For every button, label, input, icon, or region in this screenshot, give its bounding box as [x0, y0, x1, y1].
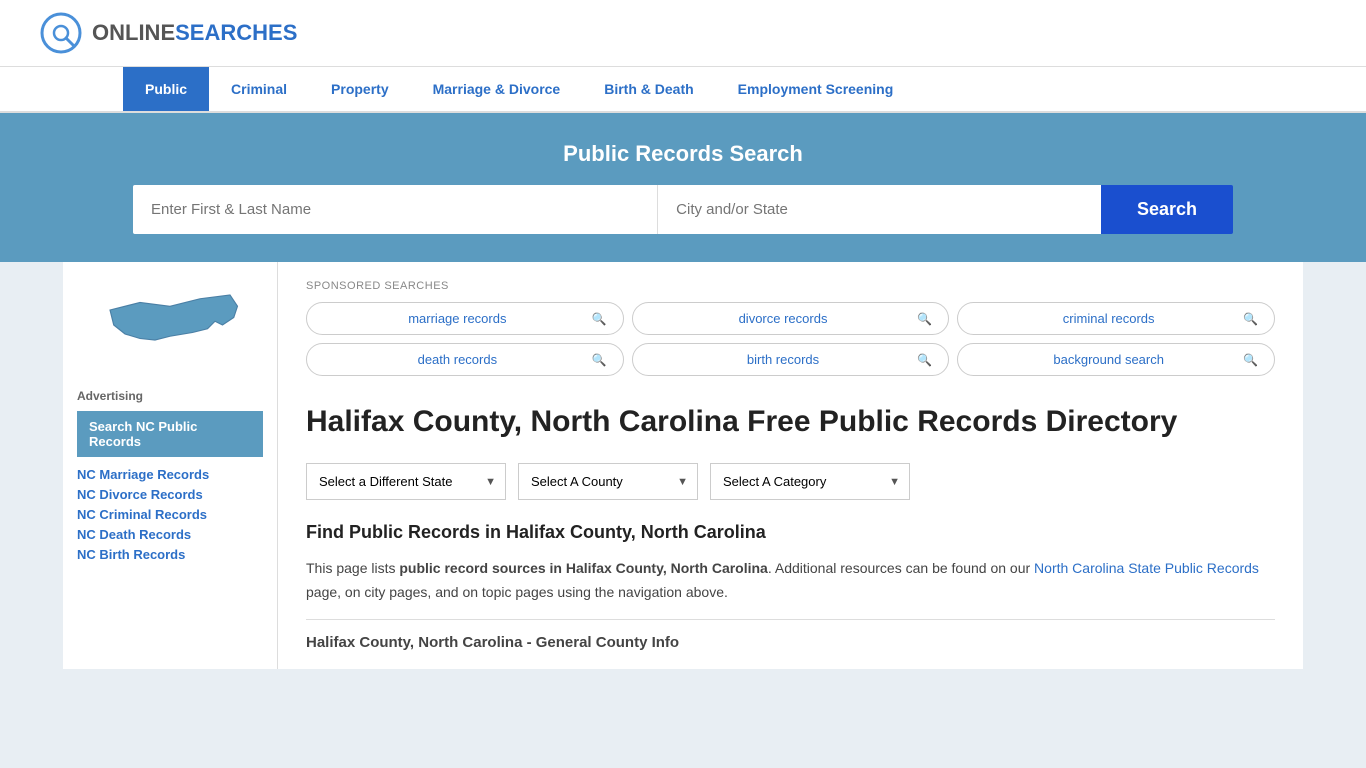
- logo-text: ONLINESEARCHES: [92, 20, 297, 46]
- sponsored-pill-criminal[interactable]: criminal records 🔍: [957, 302, 1275, 335]
- sponsored-pill-text: divorce records: [649, 311, 918, 326]
- section-divider: [306, 619, 1275, 620]
- state-dropdown-wrapper: Select a Different State ▼: [306, 463, 506, 500]
- sidebar-link-death[interactable]: NC Death Records: [77, 527, 263, 542]
- search-pill-icon: 🔍: [592, 312, 607, 326]
- search-pill-icon: 🔍: [1243, 353, 1258, 367]
- search-banner-title: Public Records Search: [40, 141, 1326, 167]
- logo-icon: [40, 12, 82, 54]
- sponsored-pill-death[interactable]: death records 🔍: [306, 343, 624, 376]
- name-input[interactable]: [133, 185, 657, 234]
- category-dropdown[interactable]: Select A Category: [710, 463, 910, 500]
- general-info-title: Halifax County, North Carolina - General…: [306, 634, 1275, 651]
- sidebar-ad-box[interactable]: Search NC Public Records: [77, 411, 263, 457]
- sponsored-label: SPONSORED SEARCHES: [306, 280, 1275, 292]
- search-pill-icon: 🔍: [592, 353, 607, 367]
- description-part2: . Additional resources can be found on o…: [768, 560, 1034, 576]
- advertising-label: Advertising: [77, 389, 263, 403]
- state-map: [77, 280, 263, 373]
- logo[interactable]: ONLINESEARCHES: [40, 12, 297, 54]
- search-button[interactable]: Search: [1101, 185, 1233, 234]
- description-part1: This page lists: [306, 560, 399, 576]
- sponsored-pill-text: marriage records: [323, 311, 592, 326]
- sponsored-pill-birth[interactable]: birth records 🔍: [632, 343, 950, 376]
- dropdowns-row: Select a Different State ▼ Select A Coun…: [306, 463, 1275, 500]
- sponsored-pill-text: criminal records: [974, 311, 1243, 326]
- nav: Public Criminal Property Marriage & Divo…: [0, 67, 1366, 113]
- search-pill-icon: 🔍: [917, 312, 932, 326]
- sponsored-pill-divorce[interactable]: divorce records 🔍: [632, 302, 950, 335]
- sponsored-pill-text: death records: [323, 352, 592, 367]
- page-header: Halifax County, North Carolina Free Publ…: [306, 402, 1275, 441]
- sidebar-link-divorce[interactable]: NC Divorce Records: [77, 487, 263, 502]
- county-dropdown[interactable]: Select A County: [518, 463, 698, 500]
- search-pill-icon: 🔍: [917, 353, 932, 367]
- state-dropdown[interactable]: Select a Different State: [306, 463, 506, 500]
- category-dropdown-wrapper: Select A Category ▼: [710, 463, 910, 500]
- header: ONLINESEARCHES: [0, 0, 1366, 67]
- sidebar-link-criminal[interactable]: NC Criminal Records: [77, 507, 263, 522]
- description-part3: page, on city pages, and on topic pages …: [306, 584, 728, 600]
- sponsored-grid: marriage records 🔍 divorce records 🔍 cri…: [306, 302, 1275, 376]
- nav-item-criminal[interactable]: Criminal: [209, 67, 309, 111]
- nav-item-birth[interactable]: Birth & Death: [582, 67, 715, 111]
- sponsored-pill-text: background search: [974, 352, 1243, 367]
- logo-online: ONLINE: [92, 20, 175, 45]
- nav-item-public[interactable]: Public: [123, 67, 209, 111]
- sidebar: Advertising Search NC Public Records NC …: [63, 262, 278, 669]
- find-title: Find Public Records in Halifax County, N…: [306, 522, 1275, 543]
- sponsored-pill-marriage[interactable]: marriage records 🔍: [306, 302, 624, 335]
- logo-searches: SEARCHES: [175, 20, 297, 45]
- county-dropdown-wrapper: Select A County ▼: [518, 463, 698, 500]
- main-content: SPONSORED SEARCHES marriage records 🔍 di…: [278, 262, 1303, 669]
- find-description: This page lists public record sources in…: [306, 557, 1275, 605]
- nav-item-property[interactable]: Property: [309, 67, 411, 111]
- nc-state-link[interactable]: North Carolina State Public Records: [1034, 560, 1259, 576]
- description-bold: public record sources in Halifax County,…: [399, 560, 767, 576]
- sponsored-pill-background[interactable]: background search 🔍: [957, 343, 1275, 376]
- sponsored-pill-text: birth records: [649, 352, 918, 367]
- sidebar-link-birth[interactable]: NC Birth Records: [77, 547, 263, 562]
- search-banner: Public Records Search Search: [0, 113, 1366, 262]
- search-pill-icon: 🔍: [1243, 312, 1258, 326]
- sidebar-link-marriage[interactable]: NC Marriage Records: [77, 467, 263, 482]
- nav-item-marriage[interactable]: Marriage & Divorce: [411, 67, 583, 111]
- location-input[interactable]: [657, 185, 1101, 234]
- nav-item-employment[interactable]: Employment Screening: [716, 67, 916, 111]
- page-title: Halifax County, North Carolina Free Publ…: [306, 402, 1275, 441]
